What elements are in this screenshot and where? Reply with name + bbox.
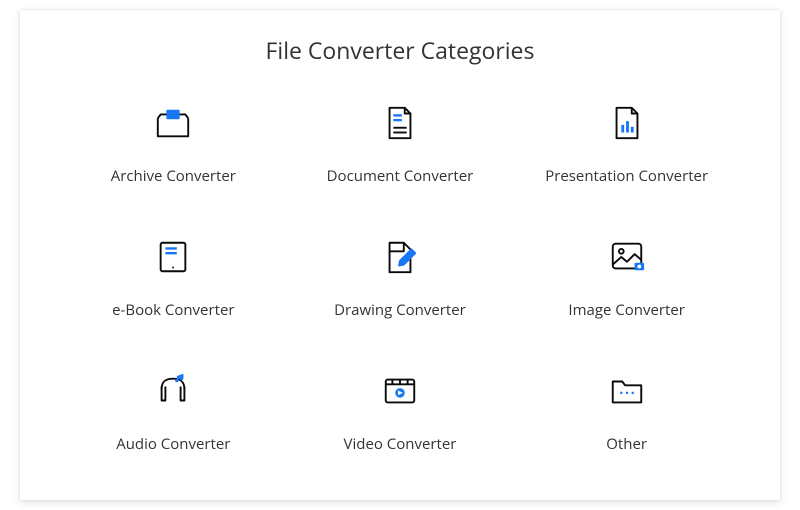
page-title: File Converter Categories [40, 34, 760, 66]
category-label: Audio Converter [116, 434, 230, 454]
document-icon [381, 102, 419, 144]
presentation-icon [608, 102, 646, 144]
category-label: Archive Converter [111, 166, 236, 186]
category-audio[interactable]: Audio Converter [70, 370, 277, 454]
converter-categories-panel: File Converter Categories Archive Conver… [20, 10, 780, 500]
video-icon [381, 370, 419, 412]
image-icon [608, 236, 646, 278]
category-drawing[interactable]: Drawing Converter [297, 236, 504, 320]
category-image[interactable]: Image Converter [523, 236, 730, 320]
archive-icon [154, 102, 192, 144]
category-label: Presentation Converter [545, 166, 708, 186]
category-label: Other [606, 434, 647, 454]
category-ebook[interactable]: e-Book Converter [70, 236, 277, 320]
other-icon [608, 370, 646, 412]
ebook-icon [154, 236, 192, 278]
category-grid: Archive Converter Document Converter [40, 102, 760, 454]
category-label: Image Converter [568, 300, 685, 320]
category-label: Video Converter [344, 434, 457, 454]
audio-icon [154, 370, 192, 412]
category-archive[interactable]: Archive Converter [70, 102, 277, 186]
category-presentation[interactable]: Presentation Converter [523, 102, 730, 186]
category-document[interactable]: Document Converter [297, 102, 504, 186]
category-video[interactable]: Video Converter [297, 370, 504, 454]
category-label: Document Converter [327, 166, 474, 186]
category-label: Drawing Converter [334, 300, 466, 320]
category-other[interactable]: Other [523, 370, 730, 454]
category-label: e-Book Converter [112, 300, 234, 320]
drawing-icon [381, 236, 419, 278]
